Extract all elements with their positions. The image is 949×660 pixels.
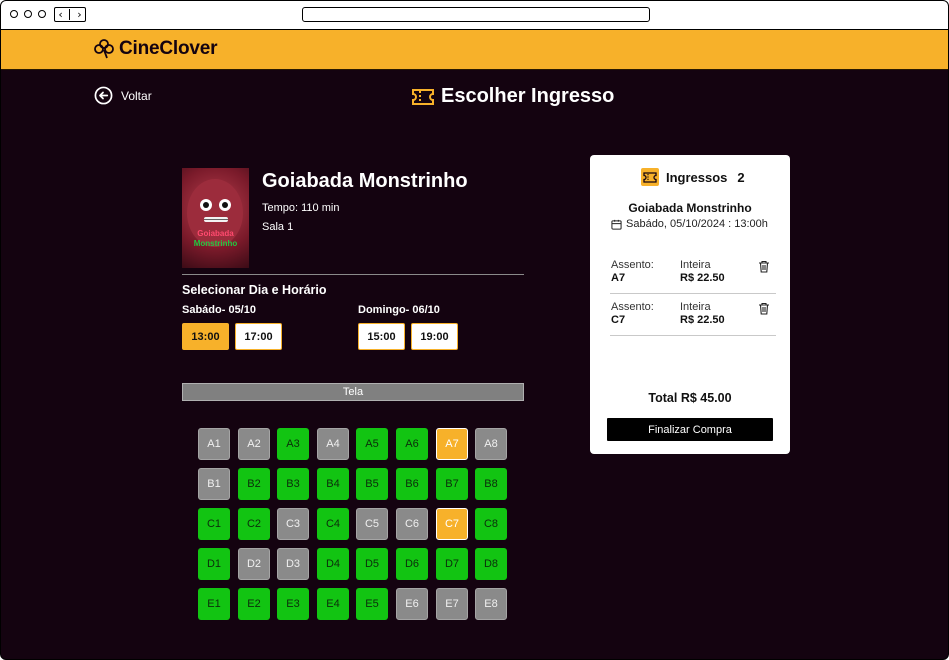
clover-icon	[94, 39, 114, 59]
seat-d7[interactable]: D7	[436, 548, 468, 580]
window-control-dot[interactable]	[38, 10, 46, 18]
seat-e3[interactable]: E3	[277, 588, 309, 620]
seat-c7[interactable]: C7	[436, 508, 468, 540]
finalize-purchase-button[interactable]: Finalizar Compra	[607, 418, 773, 441]
seat-d8[interactable]: D8	[475, 548, 507, 580]
movie-title: Goiabada Monstrinho	[262, 170, 468, 192]
section-divider	[182, 274, 524, 275]
url-bar[interactable]	[302, 7, 650, 22]
trash-icon[interactable]	[758, 260, 770, 273]
seat-c8[interactable]: C8	[475, 508, 507, 540]
seat-label: Assento:	[611, 259, 654, 271]
calendar-icon	[611, 219, 622, 230]
seat-c3: C3	[277, 508, 309, 540]
time-button-13-00[interactable]: 13:00	[182, 323, 229, 350]
day-label-sunday: Domingo- 06/10	[358, 304, 440, 316]
cart-count: 2	[737, 169, 745, 185]
browser-toolbar: ‹ ›	[1, 1, 948, 30]
screen-indicator: Tela	[182, 383, 524, 401]
seat-d3: D3	[277, 548, 309, 580]
seat-e5[interactable]: E5	[356, 588, 388, 620]
cart-session: Sabádo, 05/10/2024 : 13:00h	[611, 218, 768, 230]
brand-logo[interactable]: CineClover	[93, 38, 218, 60]
movie-room: Sala 1	[262, 221, 294, 233]
seat-b1: B1	[198, 468, 230, 500]
seat-b7[interactable]: B7	[436, 468, 468, 500]
forward-arrow-icon[interactable]: ›	[77, 9, 81, 20]
seat-c4[interactable]: C4	[317, 508, 349, 540]
seat-a6[interactable]: A6	[396, 428, 428, 460]
ticket-icon	[412, 88, 434, 105]
seat-a4: A4	[317, 428, 349, 460]
seat-a7[interactable]: A7	[436, 428, 468, 460]
ticket-seat: A7	[611, 272, 626, 284]
back-arrow-icon[interactable]: ‹	[58, 9, 62, 20]
poster-title-line1: Goiabada	[197, 229, 234, 238]
time-button-17-00[interactable]: 17:00	[235, 323, 282, 350]
ticket-seat: C7	[611, 314, 626, 326]
seat-e1[interactable]: E1	[198, 588, 230, 620]
poster-title-line2: Monstrinho	[193, 239, 238, 248]
seat-b5[interactable]: B5	[356, 468, 388, 500]
seat-d1[interactable]: D1	[198, 548, 230, 580]
window-control-dot[interactable]	[10, 10, 18, 18]
seat-b4[interactable]: B4	[317, 468, 349, 500]
ticket-row: Assento: C7 Inteira R$ 22.50	[610, 294, 776, 336]
seat-b3[interactable]: B3	[277, 468, 309, 500]
cart-heading: Ingressos	[666, 169, 728, 185]
seat-b8[interactable]: B8	[475, 468, 507, 500]
seat-d2: D2	[238, 548, 270, 580]
brand-name: CineClover	[119, 38, 218, 59]
browser-nav-buttons: ‹ ›	[54, 7, 86, 22]
seat-e4[interactable]: E4	[317, 588, 349, 620]
seat-d5[interactable]: D5	[356, 548, 388, 580]
seat-c1[interactable]: C1	[198, 508, 230, 540]
seat-c5: C5	[356, 508, 388, 540]
time-button-15-00[interactable]: 15:00	[358, 323, 405, 350]
ticket-icon	[641, 168, 659, 186]
ticket-type: Inteira	[680, 301, 711, 313]
ticket-price: R$ 22.50	[680, 314, 725, 326]
cart-movie-title: Goiabada Monstrinho	[628, 201, 752, 215]
time-button-19-00[interactable]: 19:00	[411, 323, 458, 350]
seat-e7: E7	[436, 588, 468, 620]
back-link[interactable]: Voltar	[94, 86, 152, 105]
seat-c2[interactable]: C2	[238, 508, 270, 540]
seat-a8: A8	[475, 428, 507, 460]
window-control-dot[interactable]	[24, 10, 32, 18]
seat-a3[interactable]: A3	[277, 428, 309, 460]
cart-total: Total R$ 45.00	[648, 391, 732, 405]
ticket-price: R$ 22.50	[680, 272, 725, 284]
day-label-saturday: Sabádo- 05/10	[182, 304, 256, 316]
cart-header: Ingressos 2	[641, 168, 745, 186]
seat-e8: E8	[475, 588, 507, 620]
browser-window: ‹ › CineClover Voltar Escolher Ingresso …	[0, 0, 949, 660]
movie-duration: Tempo: 110 min	[262, 202, 340, 214]
ticket-type: Inteira	[680, 259, 711, 271]
monster-illustration	[187, 179, 243, 247]
seat-e6: E6	[396, 588, 428, 620]
seat-d6[interactable]: D6	[396, 548, 428, 580]
seat-e2[interactable]: E2	[238, 588, 270, 620]
seat-a2: A2	[238, 428, 270, 460]
arrow-left-circle-icon	[94, 86, 113, 105]
seat-b2[interactable]: B2	[238, 468, 270, 500]
back-label: Voltar	[121, 88, 152, 103]
seat-label: Assento:	[611, 301, 654, 313]
page-title: Escolher Ingresso	[411, 85, 614, 108]
seat-d4[interactable]: D4	[317, 548, 349, 580]
site-header: CineClover	[1, 30, 948, 70]
cart-panel: Ingressos 2 Goiabada Monstrinho Sabádo, …	[590, 155, 790, 454]
page-title-text: Escolher Ingresso	[441, 85, 615, 107]
seat-a5[interactable]: A5	[356, 428, 388, 460]
cart-datetime: Sabádo, 05/10/2024 : 13:00h	[626, 218, 768, 230]
seat-b6[interactable]: B6	[396, 468, 428, 500]
schedule-title: Selecionar Dia e Horário	[182, 283, 327, 297]
ticket-row: Assento: A7 Inteira R$ 22.50	[610, 252, 776, 294]
seat-c6: C6	[396, 508, 428, 540]
nav-divider	[69, 9, 71, 20]
seat-a1: A1	[198, 428, 230, 460]
trash-icon[interactable]	[758, 302, 770, 315]
movie-poster: Goiabada Monstrinho	[182, 168, 249, 268]
